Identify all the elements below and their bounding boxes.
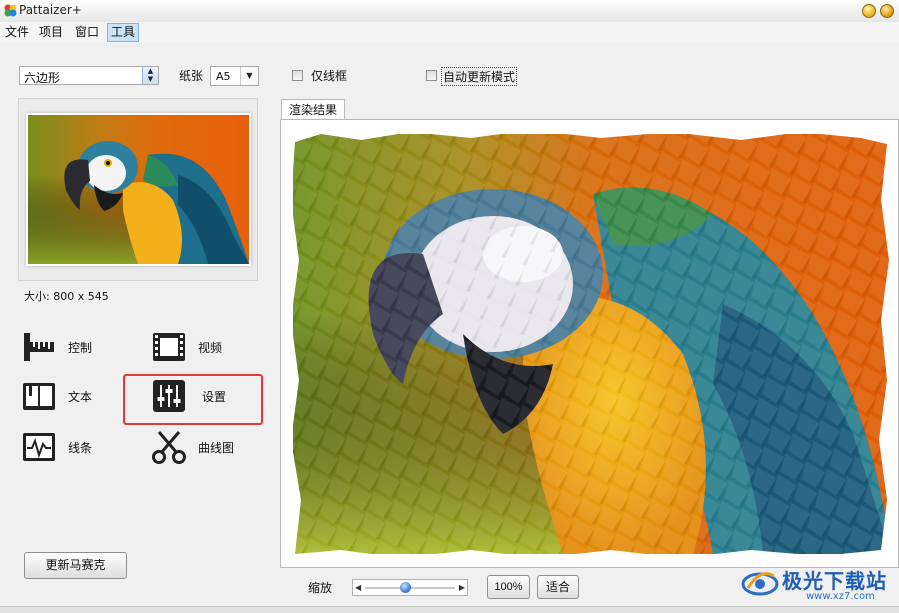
auto-update-checkbox[interactable] [426, 70, 437, 81]
auto-update-label: 自动更新模式 [441, 67, 518, 86]
zoom-slider[interactable]: ◀ ▶ [352, 579, 468, 596]
watermark-url: www.xz7.com [806, 591, 875, 602]
watermark-text: 极光下载站 [782, 569, 887, 593]
watermark-logo-icon [741, 572, 779, 596]
pulse-icon [23, 433, 55, 461]
settings-highlight-box [123, 374, 263, 425]
close-button[interactable] [880, 4, 894, 18]
slider-left-arrow-icon[interactable]: ◀ [355, 583, 361, 592]
paper-size-select[interactable]: A5 ▼ [210, 66, 259, 86]
original-image-thumbnail[interactable] [26, 113, 251, 266]
window-title: Pattaizer+ [19, 3, 82, 17]
paper-size-value: A5 [216, 70, 231, 83]
status-bar [0, 606, 899, 613]
wireframe-label: 仅线框 [311, 69, 348, 83]
zoom-100-button[interactable]: 100% [487, 575, 530, 599]
parrot-thumbnail-image [28, 115, 249, 264]
render-canvas[interactable] [280, 119, 899, 568]
title-bar: Pattaizer+ [0, 0, 899, 23]
mosaic-render-image [281, 120, 898, 567]
slider-right-arrow-icon[interactable]: ▶ [459, 583, 465, 592]
tool-video-label: 视频 [198, 341, 223, 355]
tool-lines-label: 线条 [68, 441, 93, 455]
app-logo-icon [4, 4, 17, 17]
shape-select[interactable]: 六边形 ▲ ▼ [19, 66, 159, 85]
scissors-icon [152, 431, 186, 464]
minimize-button[interactable] [862, 4, 876, 18]
image-size-label: 大小: 800 x 545 [24, 290, 109, 303]
shape-select-value: 六边形 [24, 71, 61, 85]
menu-tools[interactable]: 工具 [107, 23, 140, 42]
ruler-icon [24, 333, 54, 361]
menu-window[interactable]: 窗口 [72, 24, 102, 41]
app-window: Pattaizer+ 文件 项目 窗口 工具 六边形 ▲ ▼ 纸张 A5 ▼ 仅线… [0, 0, 899, 613]
update-mosaic-button[interactable]: 更新马赛克 [24, 552, 127, 579]
tool-video[interactable]: 视频 [151, 329, 261, 365]
zoom-label: 缩放 [308, 581, 333, 595]
tool-control[interactable]: 控制 [21, 329, 131, 365]
paper-label: 纸张 [179, 69, 204, 83]
wireframe-checkbox[interactable] [292, 70, 303, 81]
film-icon [153, 333, 185, 361]
book-icon [23, 383, 55, 410]
chevron-down-icon[interactable]: ▼ [240, 67, 258, 85]
tab-render-result[interactable]: 渲染结果 [281, 99, 345, 120]
tool-lines[interactable]: 线条 [21, 429, 131, 465]
tool-control-label: 控制 [68, 341, 93, 355]
site-watermark: 极光下载站 www.xz7.com [736, 562, 896, 602]
tool-text-label: 文本 [68, 390, 93, 404]
tool-curve-graph-label: 曲线图 [198, 441, 235, 455]
spin-arrows-icon[interactable]: ▲ ▼ [142, 67, 158, 84]
menu-file[interactable]: 文件 [2, 24, 32, 41]
zoom-slider-knob[interactable] [400, 582, 411, 593]
menu-project[interactable]: 项目 [36, 24, 66, 41]
thumbnail-panel [18, 98, 258, 281]
tool-curve-graph[interactable]: 曲线图 [151, 429, 271, 465]
menu-bar: 文件 项目 窗口 工具 [0, 22, 899, 43]
fit-button[interactable]: 适合 [537, 575, 579, 599]
tool-text[interactable]: 文本 [21, 378, 131, 414]
